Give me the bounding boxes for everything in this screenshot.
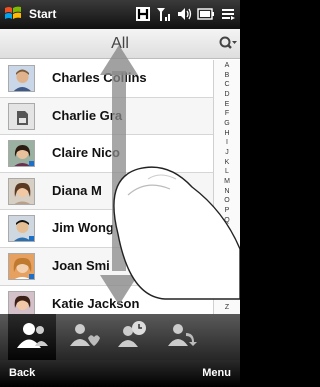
menu-softkey[interactable]: Menu [202,367,231,379]
index-letter[interactable]: F [225,110,229,118]
index-letter[interactable]: R [224,226,229,234]
contact-updates-icon [168,324,197,346]
index-letter[interactable]: S [225,236,230,244]
volume-icon[interactable] [176,6,192,22]
index-letter[interactable]: U [224,255,229,263]
index-letter[interactable]: A [225,62,230,70]
tab-people[interactable] [8,314,56,360]
contact-row[interactable]: Claire Nico [0,135,213,173]
index-letter[interactable]: B [225,72,230,80]
contact-row[interactable]: Diana M [0,172,213,211]
index-letter[interactable]: Z [225,304,229,312]
contact-row[interactable]: Charles Collins [0,60,213,98]
index-letter[interactable]: H [224,130,229,138]
contact-avatar [8,252,35,280]
index-letter[interactable]: M [224,178,230,186]
contact-row[interactable]: Charlie Gra [0,97,213,136]
contact-name: Charlie Gra [52,107,123,123]
contact-name: Joan Smi [52,257,110,273]
search-icon[interactable] [218,35,238,53]
contact-name: Katie Jackson [52,295,140,311]
battery-icon[interactable] [197,6,215,22]
index-letter[interactable]: J [225,149,229,157]
filter-title[interactable]: All [0,35,240,53]
index-letter[interactable]: E [225,101,230,109]
people-icon [17,323,48,348]
tab-favorites[interactable] [60,314,108,360]
index-letter[interactable]: G [224,120,229,128]
soft-key-bar: Back Menu [0,360,240,387]
favorite-people-icon [70,324,100,346]
contact-row[interactable]: Jim Wong [0,210,213,248]
tab-call-history[interactable] [108,314,156,360]
filter-header[interactable]: All [0,29,240,59]
contact-avatar [8,215,35,243]
menu-lines-icon[interactable] [220,6,236,22]
contact-name: Charles Collins [52,70,147,85]
contact-row[interactable]: Katie Jackson [0,285,213,314]
index-letter[interactable]: Y [225,294,230,302]
status-bar: Start [0,0,240,29]
index-letter[interactable]: L [225,168,229,176]
contact-avatar [8,290,35,314]
htc-icon [136,7,150,21]
contact-name: Claire Nico [52,145,120,161]
index-letter[interactable]: V [225,265,230,273]
index-letter[interactable]: O [224,197,229,205]
index-letter[interactable]: K [225,159,230,167]
contact-avatar [8,177,35,205]
start-label[interactable]: Start [29,7,56,21]
contact-name: Jim Wong [52,220,114,236]
back-softkey[interactable]: Back [9,367,35,379]
index-letter[interactable]: D [224,91,229,99]
alphabet-index[interactable]: A B C D E F G H I J K L M N O P Q R S T … [213,60,240,314]
tab-updates[interactable] [156,314,204,360]
index-letter[interactable]: I [226,139,228,147]
tab-bar [0,314,240,360]
sim-card-icon [8,102,35,130]
contact-list[interactable]: Charles Collins Charlie Gra Claire Nico … [0,60,213,314]
signal-icon[interactable] [156,6,172,22]
contact-name: Diana M [52,182,102,198]
index-letter[interactable]: T [225,246,229,254]
index-letter[interactable]: N [224,188,229,196]
windows-start-icon[interactable] [4,5,22,23]
index-letter[interactable]: P [225,207,230,215]
contact-avatar [8,65,35,92]
call-history-icon [118,321,146,347]
index-letter[interactable]: Q [224,217,229,225]
index-letter[interactable]: W [224,275,231,283]
contact-row[interactable]: Joan Smi [0,247,213,286]
index-letter[interactable]: C [224,81,229,89]
people-content: All Charles Collins Charlie Gra Claire N… [0,29,240,314]
index-letter[interactable]: X [225,284,230,292]
contact-avatar [8,140,35,168]
